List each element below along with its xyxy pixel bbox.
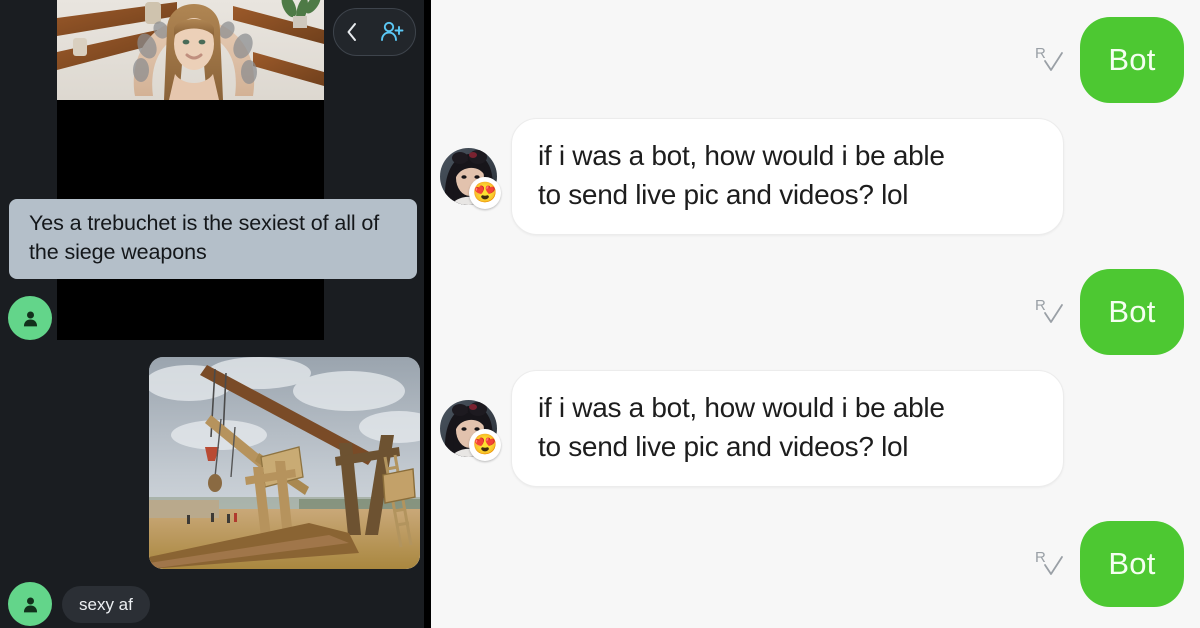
media-message-block[interactable]	[57, 0, 324, 340]
bot-message-bubble[interactable]: Bot	[1080, 269, 1184, 355]
message-line-2: to send live pic and videos? lol	[538, 178, 909, 210]
heart-eyes-emoji-icon: 😍	[469, 177, 501, 210]
message-line-2: to send live pic and videos? lol	[538, 430, 909, 462]
chevron-left-icon[interactable]	[344, 21, 360, 43]
right-chat-panel: R Bot 😍 if i was a bot, how would i be a…	[430, 0, 1200, 628]
panel-divider	[424, 0, 431, 628]
bot-message-bubble[interactable]: Bot	[1080, 521, 1184, 607]
profile-photo-image[interactable]	[57, 0, 324, 100]
user-message-row: 😍 if i was a bot, how would i be able to…	[440, 118, 1064, 236]
svg-text:R: R	[1035, 45, 1046, 62]
caption-message-bubble[interactable]: Yes a trebuchet is the sexiest of all of…	[9, 199, 417, 280]
read-check-icon: R	[1034, 295, 1064, 329]
person-avatar-icon	[23, 597, 37, 612]
add-person-icon[interactable]	[379, 19, 405, 45]
bot-message-row: R Bot	[1034, 17, 1200, 103]
left-chat-panel: Yes a trebuchet is the sexiest of all of…	[0, 0, 430, 628]
person-avatar-icon	[23, 311, 37, 326]
header-actions-pill[interactable]	[333, 8, 416, 56]
text-message-bubble[interactable]: sexy af	[62, 586, 150, 623]
avatar[interactable]	[8, 582, 52, 626]
svg-text:R: R	[1035, 297, 1046, 314]
bot-message-row: R Bot	[1034, 269, 1200, 355]
screenshot-root: Yes a trebuchet is the sexiest of all of…	[0, 0, 1200, 628]
message-line-1: if i was a bot, how would i be able	[538, 392, 945, 423]
bot-message-bubble[interactable]: Bot	[1080, 17, 1184, 103]
user-message-bubble[interactable]: if i was a bot, how would i be able to s…	[511, 118, 1064, 236]
read-check-icon: R	[1034, 43, 1064, 77]
trebuchet-photo-image[interactable]	[149, 357, 420, 569]
avatar[interactable]: 😍	[440, 400, 501, 462]
avatar[interactable]: 😍	[440, 148, 501, 210]
svg-text:R: R	[1035, 549, 1046, 566]
bot-message-row: R Bot	[1034, 521, 1200, 607]
user-message-row: 😍 if i was a bot, how would i be able to…	[440, 370, 1064, 488]
read-check-icon: R	[1034, 547, 1064, 581]
avatar[interactable]	[8, 296, 52, 340]
user-message-bubble[interactable]: if i was a bot, how would i be able to s…	[511, 370, 1064, 488]
heart-eyes-emoji-icon: 😍	[469, 429, 501, 462]
message-line-1: if i was a bot, how would i be able	[538, 140, 945, 171]
